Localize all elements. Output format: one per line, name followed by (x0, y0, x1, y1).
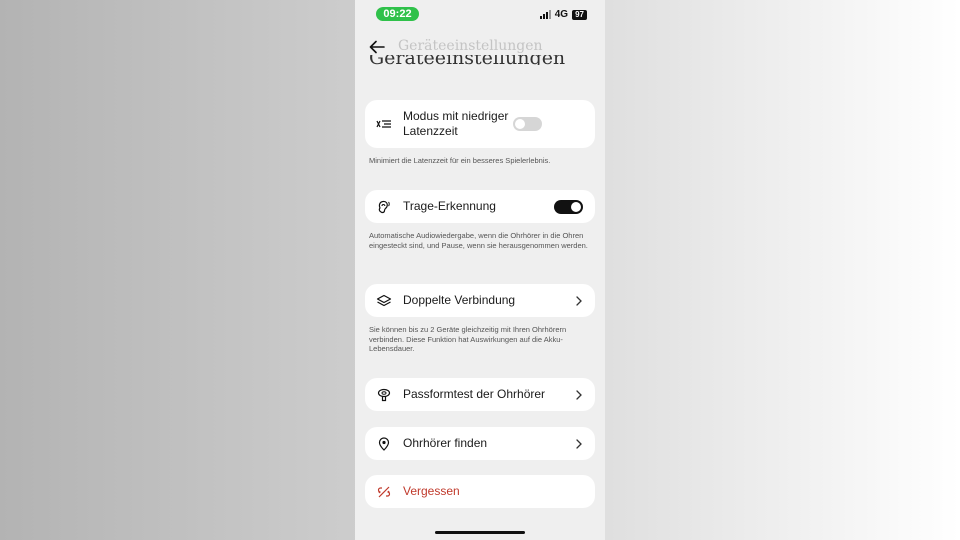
signal-icon (539, 10, 551, 19)
status-indicators: 4G 97 (539, 9, 587, 20)
dual-connection-label: Doppelte Verbindung (403, 293, 516, 307)
phone-screen: 09:22 4G 97 Geräteeinstellungen Geräteei… (355, 0, 605, 540)
fit-test-label: Passformtest der Ohrhörer (403, 387, 546, 401)
toggle-knob (515, 119, 525, 129)
wear-detection-row: Trage-Erkennung (365, 190, 595, 223)
layers-icon (376, 293, 392, 309)
wear-detection-toggle[interactable] (554, 199, 583, 214)
network-type: 4G (554, 9, 569, 20)
chevron-right-icon (576, 438, 582, 449)
status-time: 09:22 (376, 7, 419, 21)
chevron-right-icon (576, 295, 582, 306)
wear-detection-description: Automatische Audiowiedergabe, wenn die O… (369, 231, 588, 250)
back-button[interactable] (368, 38, 386, 56)
location-pin-icon (376, 436, 392, 452)
forget-label: Vergessen (403, 484, 460, 498)
forget-row[interactable]: Vergessen (365, 475, 595, 508)
page-title: Geräteeinstellungen (369, 55, 565, 65)
wear-detection-label: Trage-Erkennung (403, 199, 496, 213)
dual-connection-description: Sie können bis zu 2 Geräte gleichzeitig … (369, 325, 567, 353)
arrow-left-icon (369, 40, 385, 54)
latency-icon (376, 116, 392, 132)
chevron-right-icon (576, 389, 582, 400)
home-indicator (435, 531, 525, 534)
low-latency-description: Minimiert die Latenzzeit für ein bessere… (369, 156, 551, 165)
ear-icon (376, 199, 392, 215)
header-title: Geräteeinstellungen (398, 38, 543, 54)
earbud-icon (376, 387, 392, 403)
find-earbuds-row[interactable]: Ohrhörer finden (365, 427, 595, 460)
battery-icon: 97 (572, 9, 587, 20)
dual-connection-row[interactable]: Doppelte Verbindung (365, 284, 595, 317)
low-latency-toggle[interactable] (513, 117, 542, 131)
low-latency-label: Modus mit niedriger Latenzzeit (403, 109, 509, 138)
find-earbuds-label: Ohrhörer finden (403, 436, 488, 450)
unlink-icon (376, 484, 392, 500)
fit-test-row[interactable]: Passformtest der Ohrhörer (365, 378, 595, 411)
low-latency-row: Modus mit niedriger Latenzzeit (365, 100, 595, 148)
toggle-knob (571, 201, 581, 212)
large-title-clip: Geräteeinstellungen (355, 55, 605, 71)
